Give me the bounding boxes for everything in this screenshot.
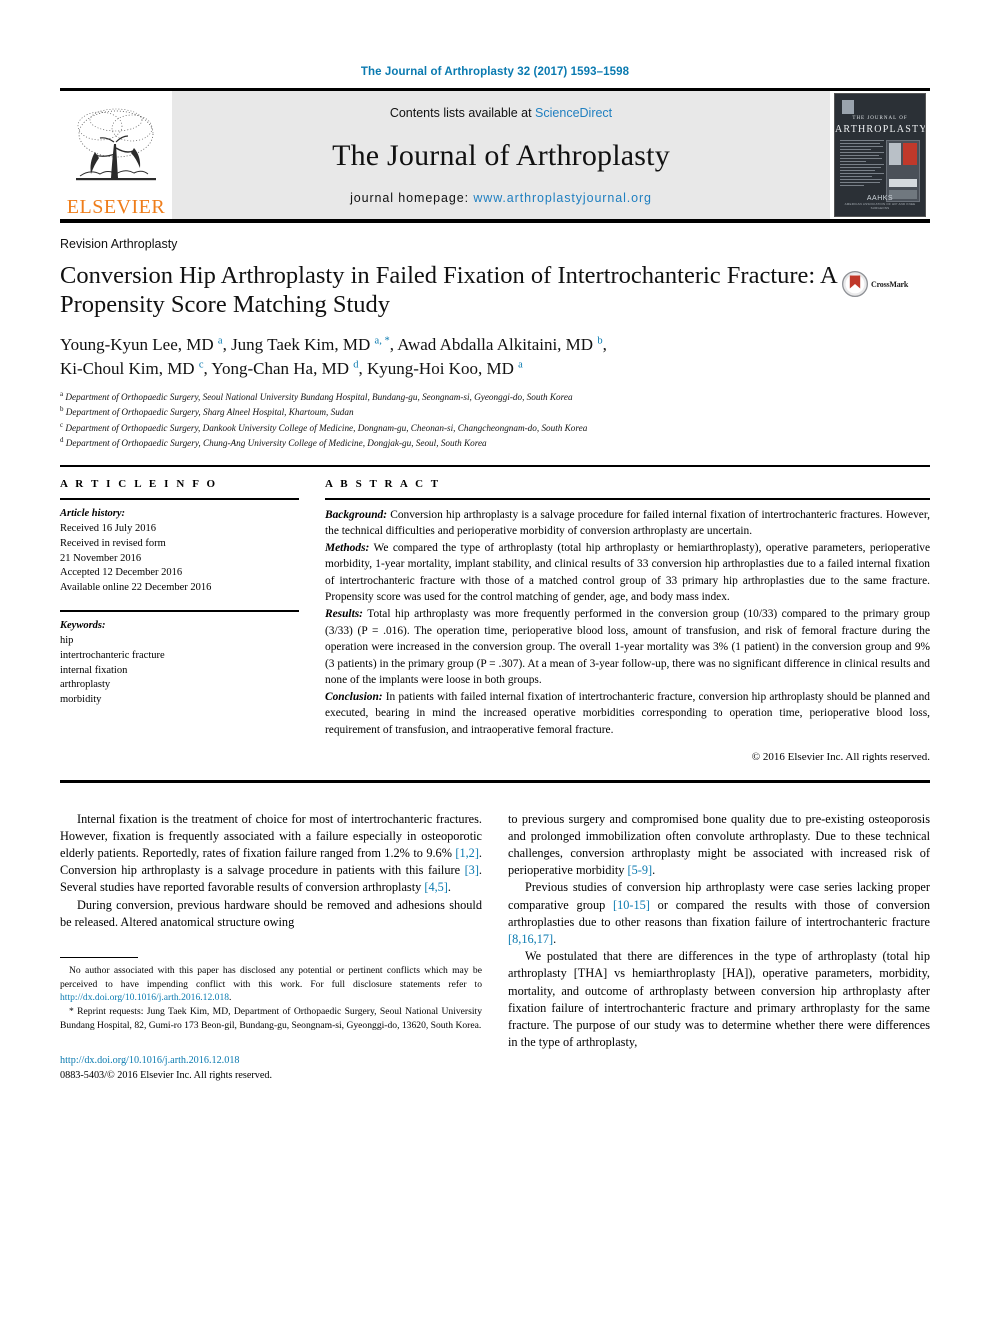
crossmark-icon	[842, 271, 868, 297]
crossmark-label: CrossMark	[871, 279, 909, 289]
footnotes-block: No author associated with this paper has…	[60, 964, 482, 1032]
history-item: 21 November 2016	[60, 552, 142, 564]
body-paragraph: During conversion, previous hardware sho…	[60, 897, 482, 929]
citation-ref[interactable]: [10-15]	[613, 898, 650, 912]
keyword-item: arthroplasty	[60, 679, 111, 691]
cover-text-lines	[840, 140, 884, 188]
abstract-copyright: © 2016 Elsevier Inc. All rights reserved…	[751, 751, 930, 764]
cover-title-line2: ARTHROPLASTY	[835, 124, 926, 135]
author-list: Young-Kyun Lee, MD a, Jung Taek Kim, MD …	[60, 333, 930, 382]
keyword-item: internal fixation	[60, 664, 128, 676]
abstract-conclusion: Conclusion: In patients with failed inte…	[325, 690, 930, 736]
affiliation-a: a Department of Orthopaedic Surgery, Seo…	[60, 390, 573, 403]
abstract-heading: A B S T R A C T	[325, 478, 441, 491]
keyword-item: intertrochanteric fracture	[60, 649, 165, 661]
author-4: Ki-Choul Kim, MD c,	[60, 359, 212, 379]
article-content: Revision Arthroplasty Conversion Hip Art…	[60, 237, 930, 1083]
journal-cover-thumbnail: THE JOURNAL OF ARTHROPLASTY AAHKS AMERIC…	[834, 93, 926, 217]
keyword-item: morbidity	[60, 694, 102, 706]
journal-homepage-link[interactable]: www.arthroplastyjournal.org	[473, 191, 652, 205]
cover-society-subtitle: AMERICAN ASSOCIATION OF HIP AND KNEE SUR…	[844, 202, 916, 210]
author-1: Young-Kyun Lee, MD a,	[60, 334, 232, 354]
body-column-right: to previous surgery and compromised bone…	[508, 811, 930, 1084]
cover-emblem-icon	[842, 100, 854, 114]
footnote-separator	[60, 957, 138, 959]
author-3: Awad Abdalla Alkitaini, MD b,	[397, 334, 607, 354]
citation-ref[interactable]: [8,16,17]	[508, 932, 553, 946]
article-info-heading: A R T I C L E I N F O	[60, 478, 218, 491]
history-item: Available online 22 December 2016	[60, 582, 212, 594]
body-paragraph: Previous studies of conversion hip arthr…	[508, 880, 930, 947]
body-column-left: Internal fixation is the treatment of ch…	[60, 811, 482, 1084]
keyword-item: hip	[60, 634, 74, 646]
masthead-center: Contents lists available at ScienceDirec…	[172, 91, 830, 219]
doi-link[interactable]: http://dx.doi.org/10.1016/j.arth.2016.12…	[60, 1054, 482, 1068]
page-title: Conversion Hip Arthroplasty in Failed Fi…	[60, 262, 837, 319]
abstract-methods: Methods: We compared the type of arthrop…	[325, 541, 930, 604]
abstract-column: A B S T R A C T Background: Conversion h…	[325, 467, 930, 766]
keywords-list: Keywords: hip intertrochanteric fracture…	[60, 612, 299, 708]
article-history: Article history: Received 16 July 2016 R…	[60, 500, 299, 596]
cover-title-line1: THE JOURNAL OF	[852, 116, 908, 121]
cover-society-name: AAHKS	[866, 195, 894, 202]
keywords-block: Keywords: hip intertrochanteric fracture…	[60, 610, 299, 708]
article-info-column: A R T I C L E I N F O Article history: R…	[60, 467, 325, 766]
elsevier-logo: ELSEVIER	[60, 91, 172, 219]
elsevier-wordmark: ELSEVIER	[66, 196, 166, 218]
body-columns: Internal fixation is the treatment of ch…	[60, 811, 930, 1084]
journal-title: The Journal of Arthroplasty	[332, 138, 670, 172]
footnote-disclosure: No author associated with this paper has…	[60, 965, 482, 1004]
abstract-results: Results: Total hip arthroplasty was more…	[325, 607, 930, 687]
keywords-label: Keywords:	[60, 619, 106, 631]
article-section-label: Revision Arthroplasty	[60, 237, 178, 251]
journal-cover-block: THE JOURNAL OF ARTHROPLASTY AAHKS AMERIC…	[830, 91, 930, 219]
abstract-background: Background: Conversion hip arthroplasty …	[325, 508, 930, 538]
affiliation-d: d Department of Orthopaedic Surgery, Chu…	[60, 436, 487, 449]
journal-homepage-line: journal homepage: www.arthroplastyjourna…	[350, 191, 652, 205]
journal-article-page: The Journal of Arthroplasty 32 (2017) 15…	[0, 0, 990, 1320]
masthead-bottom-rule	[60, 219, 930, 223]
doi-block: http://dx.doi.org/10.1016/j.arth.2016.12…	[60, 1054, 482, 1083]
elsevier-tree-icon	[76, 108, 156, 181]
citation-ref[interactable]: [4,5]	[424, 880, 448, 894]
history-item: Accepted 12 December 2016	[60, 567, 183, 579]
contents-line: Contents lists available at ScienceDirec…	[390, 106, 612, 120]
crossmark-badge[interactable]: CrossMark	[842, 271, 930, 297]
article-history-label: Article history:	[60, 507, 126, 519]
footnote-reprint: * Reprint requests: Jung Taek Kim, MD, D…	[60, 1006, 482, 1031]
body-text-left: Internal fixation is the treatment of ch…	[60, 811, 482, 931]
history-item: Received 16 July 2016	[60, 522, 156, 534]
body-paragraph: Internal fixation is the treatment of ch…	[60, 811, 482, 895]
journal-masthead: ELSEVIER Contents lists available at Sci…	[60, 91, 930, 219]
body-text-right: to previous surgery and compromised bone…	[508, 811, 930, 1052]
author-6: Kyung-Hoi Koo, MD a	[366, 359, 523, 379]
title-row: Conversion Hip Arthroplasty in Failed Fi…	[60, 251, 930, 320]
citation-ref[interactable]: [5-9]	[628, 863, 653, 877]
abstract-bottom-rule	[60, 780, 930, 783]
history-item: Received in revised form	[60, 537, 166, 549]
citation-ref[interactable]: [3]	[465, 863, 479, 877]
citation-ref[interactable]: [1,2]	[455, 846, 479, 860]
body-paragraph: We postulated that there are differences…	[508, 949, 930, 1050]
cover-figure-panel	[886, 140, 920, 202]
issn-copyright-line: 0883-5403/© 2016 Elsevier Inc. All right…	[60, 1069, 273, 1081]
author-2: Jung Taek Kim, MD a, *,	[231, 334, 398, 354]
contents-prefix: Contents lists available at	[389, 106, 536, 120]
abstract-body: Background: Conversion hip arthroplasty …	[325, 500, 930, 766]
affiliation-b: b Department of Orthopaedic Surgery, Sha…	[60, 405, 354, 418]
homepage-prefix: journal homepage:	[350, 191, 474, 205]
sciencedirect-link[interactable]: ScienceDirect	[535, 106, 612, 120]
info-abstract-grid: A R T I C L E I N F O Article history: R…	[60, 467, 930, 766]
affiliation-c: c Department of Orthopaedic Surgery, Dan…	[60, 420, 588, 433]
author-5: Yong-Chan Ha, MD d,	[211, 359, 367, 379]
body-paragraph: to previous surgery and compromised bone…	[508, 811, 930, 878]
disclosure-link[interactable]: http://dx.doi.org/10.1016/j.arth.2016.12…	[60, 992, 229, 1003]
running-head: The Journal of Arthroplasty 32 (2017) 15…	[360, 66, 630, 78]
cover-society-badge: AAHKS AMERICAN ASSOCIATION OF HIP AND KN…	[835, 195, 925, 210]
affiliation-list: a Department of Orthopaedic Surgery, Seo…	[60, 389, 930, 451]
